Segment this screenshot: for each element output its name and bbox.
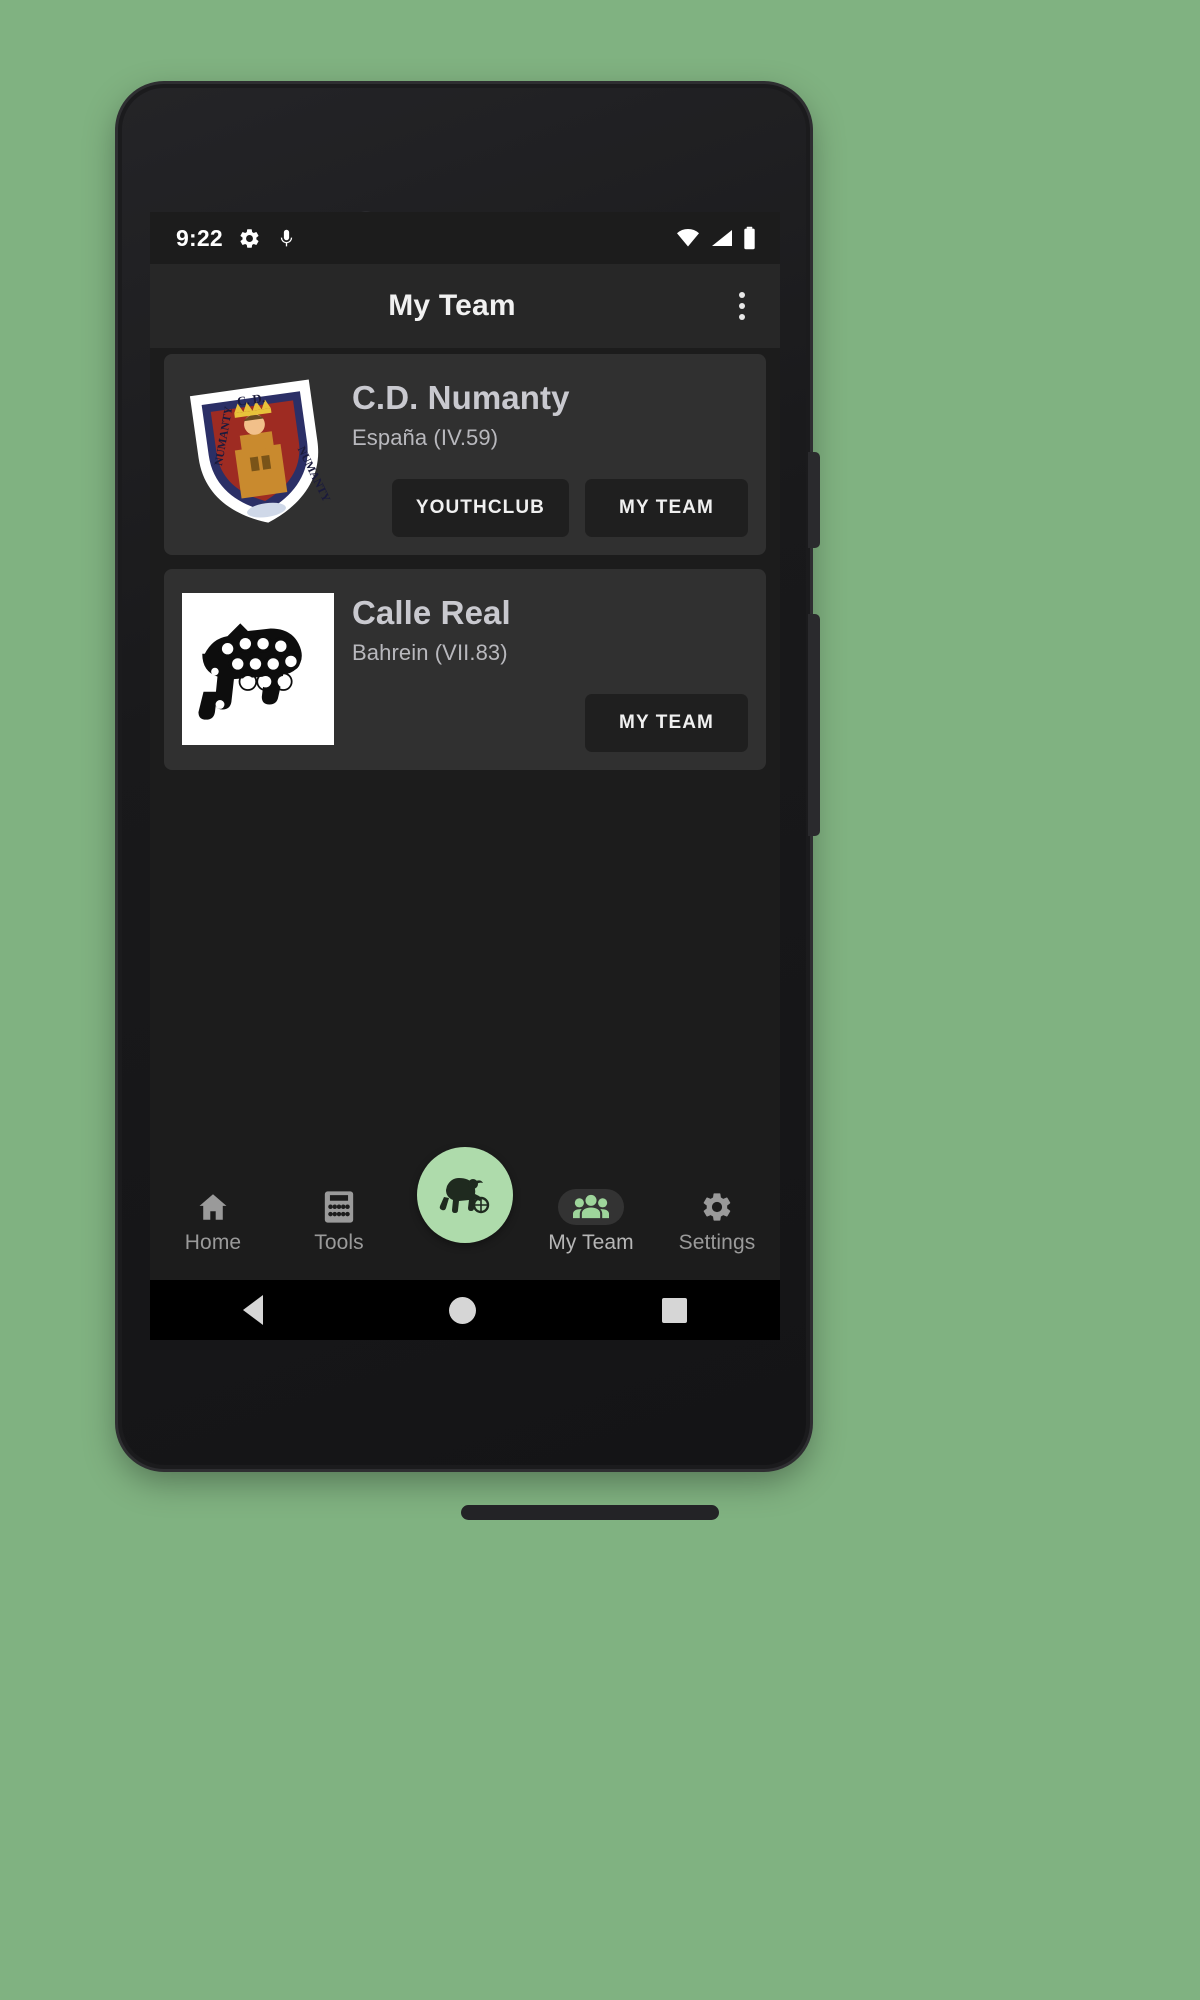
home-icon	[199, 1194, 227, 1220]
bottom-speaker	[461, 1505, 719, 1520]
settings-icon-pill	[684, 1189, 750, 1225]
device-stage: 9:22 My Team C. D. NUMANTY NUMANTY C.D. …	[0, 0, 1200, 2000]
nav-item-my-team[interactable]: My Team	[528, 1189, 654, 1255]
youthclub-button[interactable]: YOUTHCLUB	[391, 478, 569, 537]
nav-item-home[interactable]: Home	[150, 1189, 276, 1255]
power-button[interactable]	[808, 452, 820, 548]
back-button[interactable]	[243, 1295, 263, 1325]
back-triangle-icon	[243, 1295, 263, 1325]
my-team-button[interactable]: MY TEAM	[585, 693, 748, 752]
team-card[interactable]: C. D. NUMANTY NUMANTY C.D. Numanty Españ…	[164, 354, 766, 555]
nav-item-settings[interactable]: Settings	[654, 1189, 780, 1255]
status-bar-right	[675, 226, 756, 250]
phone-screen: 9:22 My Team C. D. NUMANTY NUMANTY C.D. …	[150, 212, 780, 1340]
status-time: 9:22	[176, 224, 223, 251]
team-card-actions: YOUTHCLUB MY TEAM	[352, 478, 748, 537]
nav-item-tools[interactable]: Tools	[276, 1189, 402, 1255]
nav-label-my-team: My Team	[548, 1231, 634, 1254]
home-button[interactable]	[449, 1296, 476, 1324]
team-info: Calle Real Bahrein (VII.83) MY TEAM	[352, 587, 748, 752]
team-list: C. D. NUMANTY NUMANTY C.D. Numanty Españ…	[150, 348, 780, 1179]
team-card-actions: MY TEAM	[352, 693, 748, 752]
team-name: Calle Real	[352, 593, 511, 631]
team-crest	[182, 587, 334, 752]
monkey-with-ball-icon[interactable]	[417, 1147, 513, 1243]
microphone-icon	[280, 229, 293, 246]
my-team-icon-pill	[558, 1189, 624, 1225]
team-info: C.D. Numanty España (IV.59) YOUTHCLUB MY…	[352, 372, 748, 537]
team-name: C.D. Numanty	[352, 379, 570, 416]
gear-icon	[240, 228, 259, 248]
my-team-button[interactable]: MY TEAM	[585, 478, 748, 537]
calle-real-horse-logo	[182, 592, 334, 745]
nav-label-tools: Tools	[314, 1231, 364, 1254]
monkey-ball-glyph	[439, 1178, 490, 1214]
home-circle-icon	[449, 1296, 476, 1324]
home-icon-pill	[180, 1189, 246, 1225]
people-group-icon	[573, 1194, 609, 1219]
bottom-navigation: Home Tools My Team Settings	[150, 1147, 780, 1280]
calculator-icon	[324, 1191, 354, 1223]
wifi-icon	[677, 229, 699, 247]
status-bar-left: 9:22	[176, 225, 297, 252]
volume-button[interactable]	[808, 614, 820, 836]
team-meta: Bahrein (VII.83)	[352, 639, 508, 665]
team-card[interactable]: Calle Real Bahrein (VII.83) MY TEAM	[164, 568, 766, 770]
tools-icon-pill	[306, 1189, 372, 1225]
team-crest: C. D. NUMANTY NUMANTY	[182, 372, 334, 537]
app-bar: My Team	[150, 264, 780, 348]
more-vertical-icon[interactable]	[714, 278, 770, 334]
gear-icon	[703, 1193, 731, 1221]
recents-square-icon	[662, 1297, 687, 1323]
cellular-signal-icon	[712, 230, 732, 246]
battery-icon	[744, 226, 755, 250]
nav-label-settings: Settings	[678, 1231, 756, 1254]
team-meta: España (IV.59)	[352, 424, 499, 450]
numanty-shield-crest: C. D. NUMANTY NUMANTY	[189, 379, 332, 523]
system-navigation-bar	[150, 1280, 780, 1340]
recents-button[interactable]	[662, 1297, 687, 1323]
nav-label-home: Home	[184, 1231, 242, 1254]
status-bar: 9:22	[150, 212, 780, 264]
page-title: My Team	[388, 289, 516, 322]
